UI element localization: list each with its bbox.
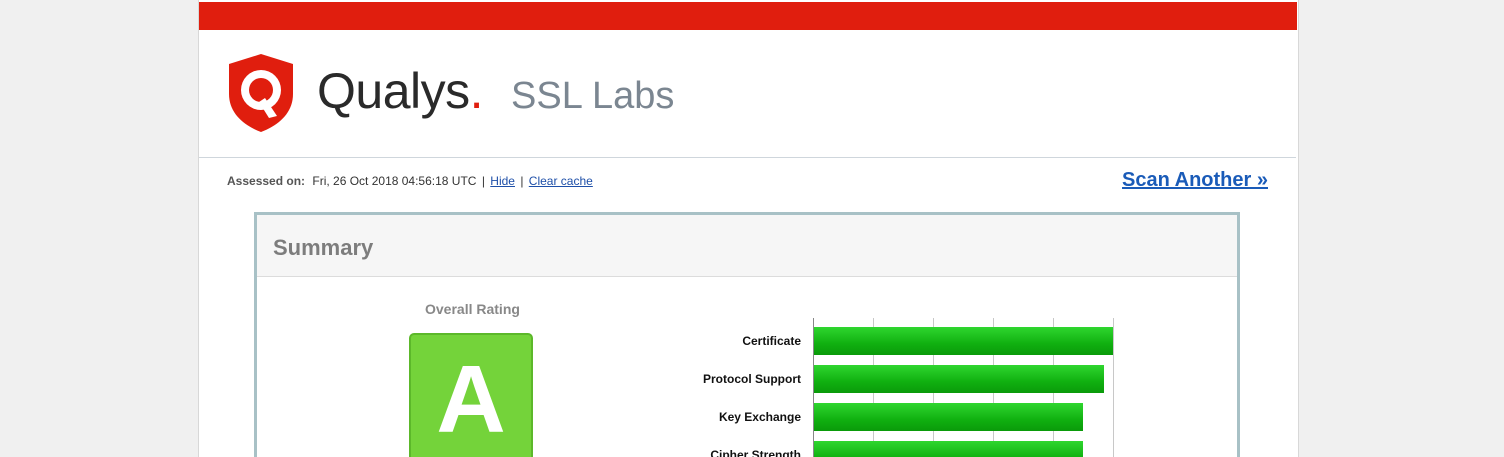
bar-label-key-exchange: Key Exchange <box>718 410 801 424</box>
qualys-logo-text: Qualys. <box>317 63 484 119</box>
separator: | <box>520 174 524 188</box>
summary-panel: Summary Overall Rating A Certificate Prot… <box>254 212 1240 457</box>
assessed-timestamp: Fri, 26 Oct 2018 04:56:18 UTC <box>312 174 477 188</box>
header: Qualys. SSL Labs <box>199 30 1296 158</box>
chart-gridline <box>1113 318 1114 457</box>
summary-title: Summary <box>273 235 374 260</box>
grade-badge: A <box>409 333 533 457</box>
qualys-shield-icon <box>229 54 293 132</box>
separator: | <box>481 174 485 188</box>
ssl-labs-logo-text: SSL Labs <box>511 75 675 117</box>
bar-key-exchange <box>814 403 1084 431</box>
overall-rating-label: Overall Rating <box>425 301 520 317</box>
bar-protocol-support <box>814 365 1105 393</box>
clear-cache-link[interactable]: Clear cache <box>529 174 593 188</box>
assessed-label: Assessed on: <box>227 174 306 188</box>
hide-link[interactable]: Hide <box>490 174 515 188</box>
summary-header: Summary <box>257 215 1237 277</box>
bar-certificate <box>814 327 1113 355</box>
bar-label-protocol-support: Protocol Support <box>703 372 801 386</box>
bar-label-cipher-strength: Cipher Strength <box>710 448 801 457</box>
assessment-info: Assessed on: Fri, 26 Oct 2018 04:56:18 U… <box>227 174 593 188</box>
top-red-bar <box>199 2 1297 30</box>
scan-another-link[interactable]: Scan Another » <box>1122 169 1268 192</box>
bar-cipher-strength <box>814 441 1084 457</box>
grade-letter: A <box>436 346 506 453</box>
rating-bar-chart: Certificate Protocol Support Key Exchange C… <box>703 318 1114 457</box>
bar-label-certificate: Certificate <box>742 334 801 348</box>
page: Qualys. SSL Labs Assessed on: Fri, 26 Oc… <box>198 0 1299 457</box>
